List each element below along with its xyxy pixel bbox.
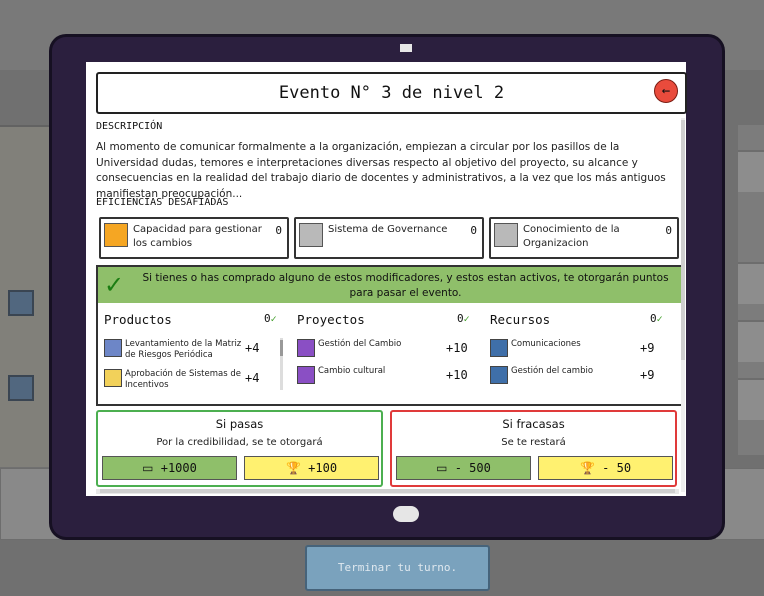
lightbulb-gold-icon [104, 223, 128, 247]
modifier-item-name: Cambio cultural [318, 366, 386, 376]
modifier-item-value: +10 [446, 368, 468, 382]
description-heading: DESCRIPCIÓN [96, 121, 163, 132]
modifier-item-value: +9 [640, 368, 655, 382]
pass-subtitle: Por la credibilidad, se te otorgará [156, 437, 323, 448]
building-icon [490, 339, 508, 357]
tablet-camera [400, 44, 412, 52]
modifier-item-value: +4 [245, 341, 260, 355]
modifier-item-name: Levantamiento de la Matriz de Riesgos Pe… [125, 339, 242, 360]
recursos-title: Recursos [490, 312, 551, 327]
event-title-box: Evento N° 3 de nivel 2 [96, 72, 687, 114]
horizontal-scroll-thumb[interactable] [100, 489, 675, 493]
building-icon [490, 366, 508, 384]
efficiency-value: 0 [275, 224, 282, 237]
vertical-scroll-thumb[interactable] [681, 120, 685, 360]
recursos-count: 0✓ [650, 312, 663, 325]
back-arrow-icon[interactable]: ← [654, 79, 678, 103]
warning-icon [104, 339, 122, 357]
modifiers-banner-text: Si tienes o has comprado alguno de estos… [142, 272, 669, 299]
floppy-icon [297, 339, 315, 357]
efficiency-name: Capacidad para gestionar los cambios [133, 224, 262, 249]
efficiency-value: 0 [470, 224, 477, 237]
modifier-item-value: +4 [245, 371, 260, 385]
pass-outcome-card: Si pasas Por la credibilidad, se te otor… [96, 410, 383, 487]
productos-scroll-thumb[interactable] [280, 340, 283, 356]
fail-outcome-card: Si fracasas Se te restará ▭ - 500 🏆 - 50 [390, 410, 677, 487]
lightbulb-gray-icon [494, 223, 518, 247]
money-icon: ▭ [142, 461, 154, 475]
fail-money-chip: ▭ - 500 [396, 456, 531, 480]
description-text: Al momento de comunicar formalmente a la… [96, 141, 666, 200]
proyectos-title: Proyectos [297, 312, 365, 327]
modifier-item-name: Aprobación de Sistemas de Incentivos [125, 369, 241, 390]
pass-trophy-chip: 🏆 +100 [244, 456, 379, 480]
end-turn-button[interactable]: Terminar tu turno. [305, 545, 490, 591]
efficiency-name: Sistema de Governance [328, 224, 448, 235]
trophy-icon: 🏆 [285, 461, 301, 475]
proyectos-count: 0✓ [457, 312, 470, 325]
trophy-icon [104, 369, 122, 387]
pass-money-chip: ▭ +1000 [102, 456, 237, 480]
efficiency-value: 0 [665, 224, 672, 237]
modifier-item-value: +9 [640, 341, 655, 355]
efficiency-card: Sistema de Governance 0 [294, 217, 484, 259]
modifier-item-name: Gestión del cambio [511, 366, 594, 376]
efficiency-card: Capacidad para gestionar los cambios 0 [99, 217, 289, 259]
modifiers-banner: ✓ Si tienes o has comprado alguno de est… [98, 267, 681, 303]
pass-title: Si pasas [215, 417, 264, 431]
event-title: Evento N° 3 de nivel 2 [278, 83, 505, 103]
efficiency-name: Conocimiento de la Organizacion [523, 224, 620, 249]
tablet-home-button [393, 506, 419, 522]
check-icon: ✓ [104, 271, 125, 299]
trophy-icon: 🏆 [579, 461, 595, 475]
pass-trophy-value: +100 [308, 461, 338, 475]
pass-money-value: +1000 [160, 461, 197, 475]
fail-money-value: - 500 [454, 461, 491, 475]
modifier-item-value: +10 [446, 341, 468, 355]
money-icon: ▭ [436, 461, 448, 475]
fail-subtitle: Se te restará [501, 437, 566, 448]
modifier-item-name: Gestión del Cambio [318, 339, 402, 349]
fail-trophy-value: - 50 [602, 461, 632, 475]
efficiency-card: Conocimiento de la Organizacion 0 [489, 217, 679, 259]
fail-trophy-chip: 🏆 - 50 [538, 456, 673, 480]
efficiencies-heading: EFICIENCIAS DESAFIADAS [96, 197, 229, 208]
modifier-item-name: Comunicaciones [511, 339, 581, 349]
lightbulb-gray-icon [299, 223, 323, 247]
productos-count: 0✓ [264, 312, 277, 325]
floppy-icon [297, 366, 315, 384]
productos-title: Productos [104, 312, 172, 327]
fail-title: Si fracasas [502, 417, 565, 431]
